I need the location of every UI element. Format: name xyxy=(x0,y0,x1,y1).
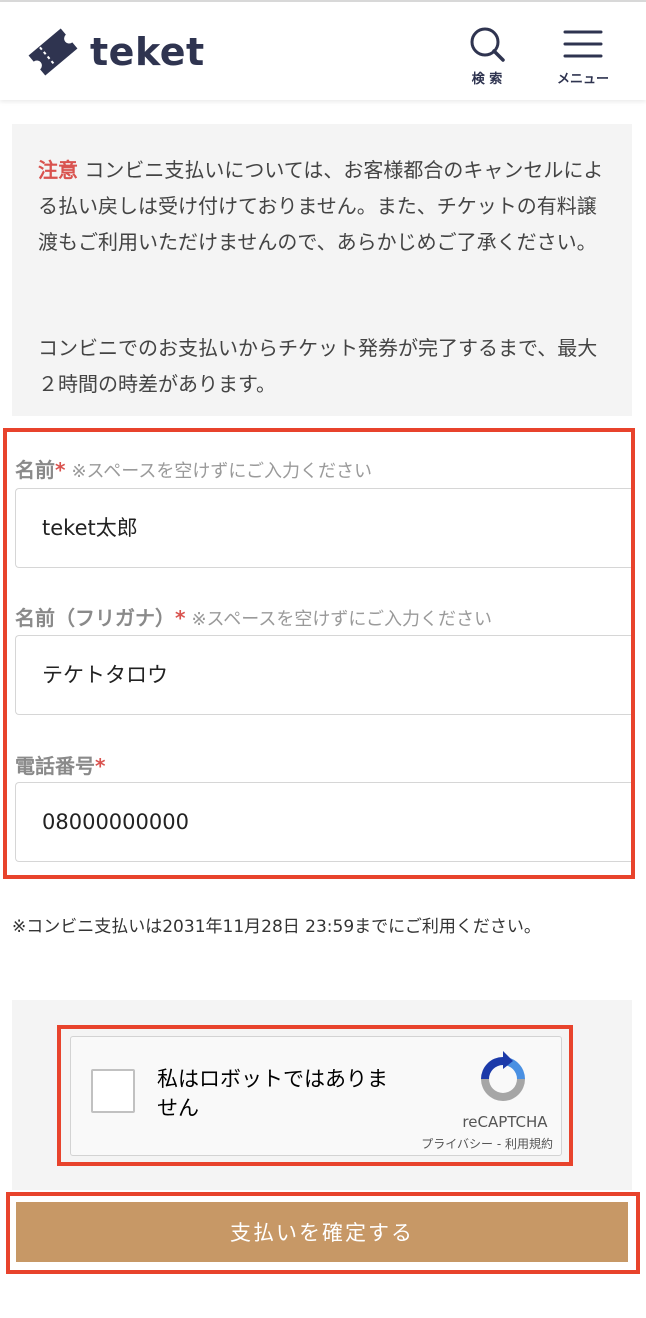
phone-input[interactable]: 08000000000 xyxy=(15,782,631,862)
ticket-logo-icon xyxy=(28,28,78,76)
search-icon xyxy=(470,27,505,62)
menu-button[interactable]: メニュー xyxy=(548,26,618,90)
teket-logo[interactable]: teket xyxy=(24,24,205,80)
recaptcha-checkbox[interactable] xyxy=(91,1069,135,1113)
payment-notice: 注意 コンビニ支払いについては、お客様都合のキャンセルによる払い戻しは受け付けて… xyxy=(12,124,632,416)
customer-info-form: 名前* ※スペースを空けずにご入力ください teket太郎 名前（フリガナ）* ※ス… xyxy=(3,428,635,879)
name-kana-label-text: 名前（フリガナ） xyxy=(15,606,175,630)
name-input[interactable]: teket太郎 xyxy=(15,488,631,568)
name-hint: ※スペースを空けずにご入力ください xyxy=(71,461,373,482)
confirm-payment-button[interactable]: 支払いを確定する xyxy=(16,1202,628,1262)
payment-deadline-note: ※コンビニ支払いは2031年11月28日 23:59までにご利用ください。 xyxy=(12,917,541,937)
name-label-text: 名前 xyxy=(15,458,55,482)
notice-paragraph-2: コンビニでのお支払いからチケット発券が完了するまで、最大２時間の時差があります。 xyxy=(38,336,598,396)
name-label: 名前* ※スペースを空けずにご入力ください xyxy=(15,454,372,483)
notice-paragraph-1: 注意 コンビニ支払いについては、お客様都合のキャンセルによる払い戻しは受け付けて… xyxy=(38,152,612,260)
menu-label: メニュー xyxy=(556,72,609,87)
required-mark: * xyxy=(95,754,106,778)
required-mark: * xyxy=(55,458,66,482)
hamburger-menu-icon xyxy=(563,30,603,58)
name-kana-hint: ※スペースを空けずにご入力ください xyxy=(191,609,493,630)
recaptcha-brand: reCAPTCHA xyxy=(462,1113,548,1131)
recaptcha-label: 私はロボットではありません xyxy=(157,1067,388,1120)
logo-text: teket xyxy=(90,30,205,74)
name-kana-input[interactable]: テケトタロウ xyxy=(15,635,631,715)
search-label: 検 索 xyxy=(471,72,503,87)
notice-text-1: コンビニ支払いについては、お客様都合のキャンセルによる払い戻しは受け付けておりま… xyxy=(38,158,604,254)
name-kana-label: 名前（フリガナ）* ※スペースを空けずにご入力ください xyxy=(15,602,492,631)
recaptcha-logo-icon xyxy=(481,1051,525,1101)
recaptcha-widget: 私はロボットではありません reCAPTCHA プライバシー - 利用規約 xyxy=(70,1036,562,1156)
warning-label: 注意 xyxy=(38,158,78,182)
required-mark: * xyxy=(175,606,186,630)
phone-label: 電話番号* xyxy=(15,750,105,779)
site-header: teket 検 索 メニュー xyxy=(0,2,646,100)
recaptcha-privacy-terms-links[interactable]: プライバシー - 利用規約 xyxy=(401,1135,553,1152)
phone-label-text: 電話番号 xyxy=(15,754,95,778)
search-button[interactable]: 検 索 xyxy=(452,26,522,90)
